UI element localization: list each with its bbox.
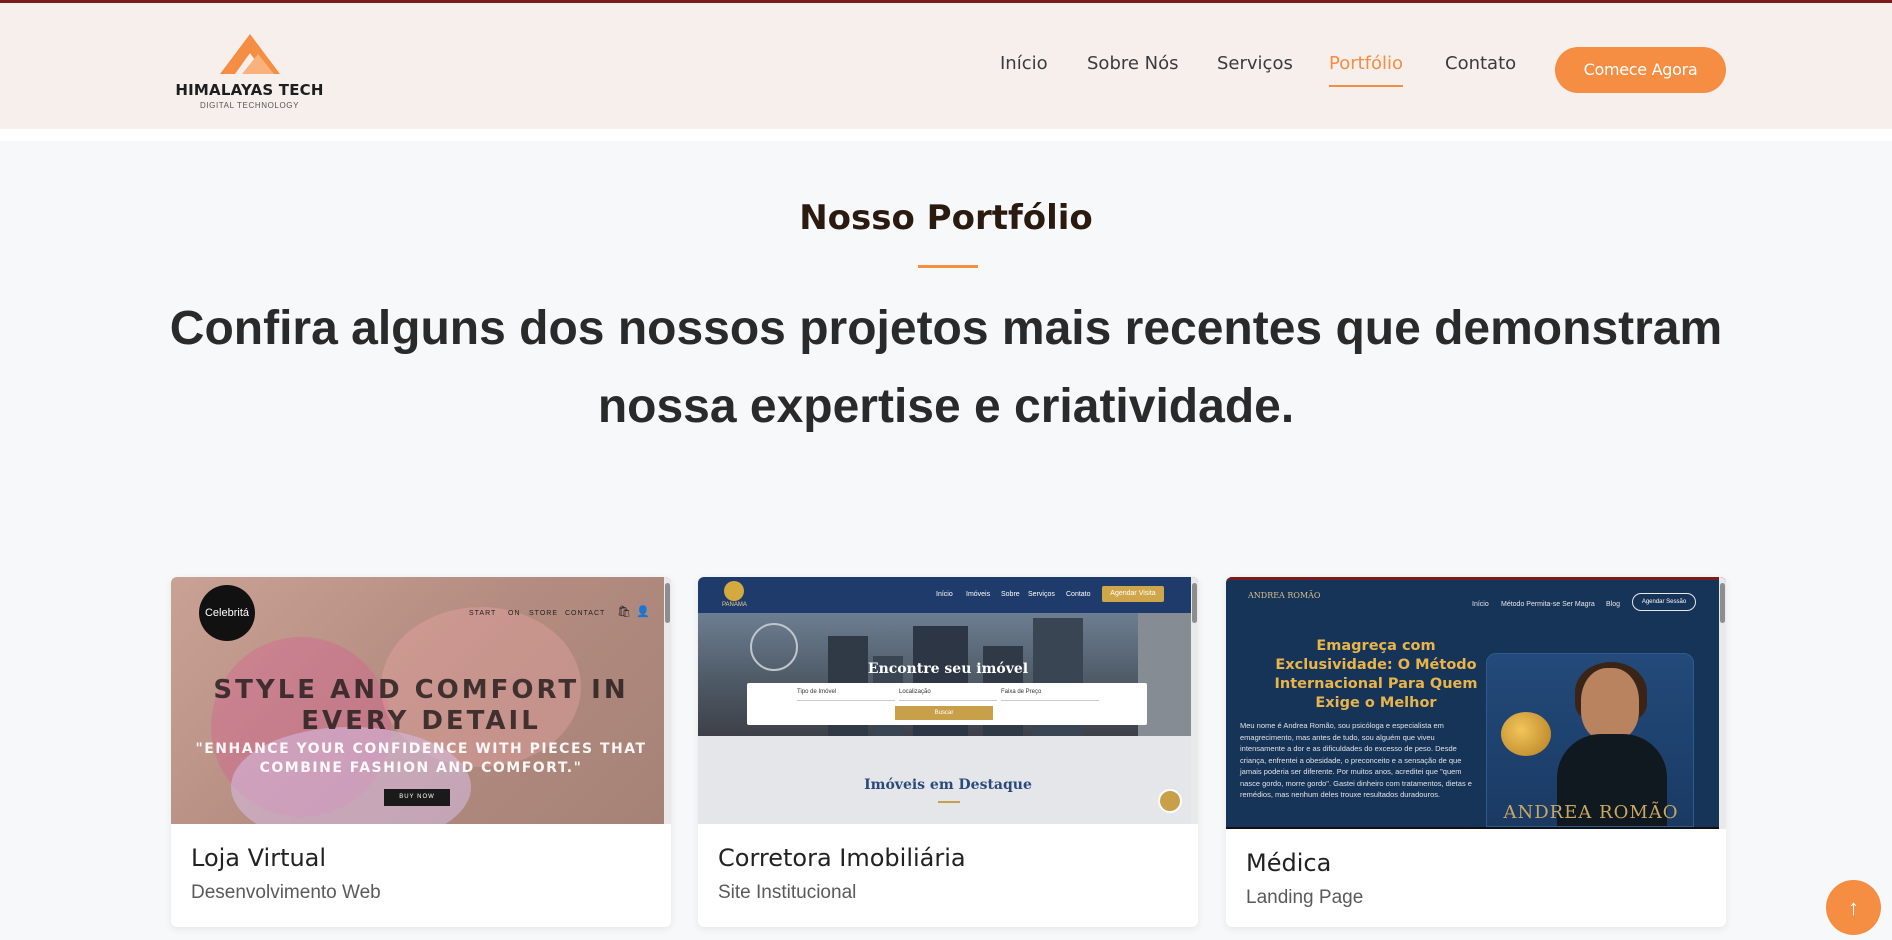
- project-preview-image: ANDREA ROMÃO Início Método Permita-se Se…: [1226, 577, 1726, 829]
- preview-nav-item: ON: [508, 610, 521, 617]
- card-category: Desenvolvimento Web: [191, 882, 381, 903]
- preview-buy-button: BUY NOW: [384, 789, 450, 806]
- preview-scrollbar: [1191, 577, 1198, 824]
- panama-logo: PANAMA: [722, 581, 747, 608]
- preview-nav-item: STORE: [529, 610, 558, 617]
- preview-select: Faixa de Preço: [1001, 689, 1099, 701]
- preview-search-button: Buscar: [895, 706, 993, 720]
- mountain-logo-icon: [220, 34, 280, 74]
- card-title: Médica: [1246, 849, 1332, 877]
- preview-scrollbar: [1719, 577, 1726, 829]
- nav-servicos[interactable]: Serviços: [1217, 53, 1293, 74]
- preview-nav-item: Contato: [1066, 591, 1091, 598]
- portfolio-card-loja-virtual[interactable]: Celebritá START ON STORE CONTACT 🛍 👤 STY…: [171, 577, 671, 927]
- preview-nav-item: CONTACT: [565, 610, 606, 617]
- preview-hero-title: Encontre seu imóvel: [867, 661, 1029, 677]
- logo-name: HIMALAYAS TECH: [175, 81, 324, 99]
- preview-featured-title: Imóveis em Destaque: [864, 777, 1032, 793]
- card-category: Landing Page: [1246, 887, 1364, 908]
- preview-paragraph: Meu nome é Andrea Romão, sou psicóloga e…: [1240, 721, 1472, 799]
- doctor-portrait: ANDREA ROMÃO: [1486, 653, 1694, 827]
- preview-agendar-button: Agendar Visita: [1102, 586, 1164, 602]
- preview-nav-item: Início: [1472, 601, 1489, 608]
- section-title: Nosso Portfólio: [799, 198, 1093, 238]
- project-preview-image: PANAMA Início Imóveis Sobre Serviços Con…: [698, 577, 1198, 824]
- golden-brain-icon: [1501, 712, 1551, 756]
- logo-tagline: DIGITAL TECHNOLOGY: [199, 101, 300, 110]
- preview-nav-item: Imóveis: [966, 591, 991, 598]
- section-lead: Confira alguns dos nossos projetos mais …: [169, 302, 1723, 433]
- nav-contato[interactable]: Contato: [1445, 53, 1516, 74]
- nav-portfolio-label: Portfólio: [1329, 53, 1404, 74]
- cart-icon: 🛍: [617, 606, 632, 618]
- site-logo[interactable]: HIMALAYAS TECH DIGITAL TECHNOLOGY: [172, 25, 327, 115]
- preview-search-box: Tipo de Imóvel Localização Faixa de Preç…: [747, 683, 1147, 725]
- title-underline: [918, 265, 978, 268]
- header-divider: [0, 129, 1892, 141]
- active-nav-indicator: [1329, 85, 1404, 87]
- preview-nav-item: START: [469, 610, 497, 617]
- preview-nav-item: Blog: [1606, 601, 1621, 608]
- chat-bubble-icon: [1158, 789, 1182, 813]
- preview-nav-item: Serviços: [1028, 591, 1055, 598]
- preview-quote: "ENHANCE YOUR CONFIDENCE WITH PIECES THA…: [195, 741, 647, 776]
- nav-inicio[interactable]: Início: [1000, 53, 1048, 74]
- user-icon: 👤: [636, 606, 651, 618]
- preview-select: Tipo de Imóvel: [797, 689, 895, 701]
- preview-nav-item: Início: [936, 591, 953, 598]
- nav-sobre-nos[interactable]: Sobre Nós: [1087, 53, 1179, 74]
- nav-portfolio[interactable]: Portfólio: [1329, 53, 1404, 87]
- preview-nav-item: Sobre: [1001, 591, 1020, 598]
- preview-name-banner: ANDREA ROMÃO: [1503, 802, 1679, 823]
- card-title: Loja Virtual: [191, 844, 327, 872]
- get-started-button[interactable]: Comece Agora: [1555, 47, 1726, 93]
- andrea-romao-logo: ANDREA ROMÃO: [1248, 591, 1321, 600]
- portfolio-card-corretora-imobiliaria[interactable]: PANAMA Início Imóveis Sobre Serviços Con…: [698, 577, 1198, 927]
- preview-headline: Emagreça com Exclusividade: O Método Int…: [1274, 638, 1478, 711]
- site-header: HIMALAYAS TECH DIGITAL TECHNOLOGY Início…: [0, 3, 1892, 129]
- preview-scrollbar: [664, 577, 671, 824]
- project-preview-image: Celebritá START ON STORE CONTACT 🛍 👤 STY…: [171, 577, 671, 824]
- preview-agendar-button: Agendar Sessão: [1632, 593, 1696, 611]
- card-category: Site Institucional: [718, 882, 857, 903]
- preview-select: Localização: [899, 689, 997, 701]
- portfolio-card-medica[interactable]: ANDREA ROMÃO Início Método Permita-se Se…: [1226, 577, 1726, 927]
- back-to-top-button[interactable]: ↑: [1826, 880, 1881, 935]
- preview-headline: STYLE AND COMFORT IN EVERY DETAIL: [213, 675, 629, 736]
- preview-nav-item: Método Permita-se Ser Magra: [1501, 601, 1595, 608]
- card-title: Corretora Imobiliária: [718, 844, 966, 872]
- celebrita-logo: Celebritá: [199, 585, 255, 641]
